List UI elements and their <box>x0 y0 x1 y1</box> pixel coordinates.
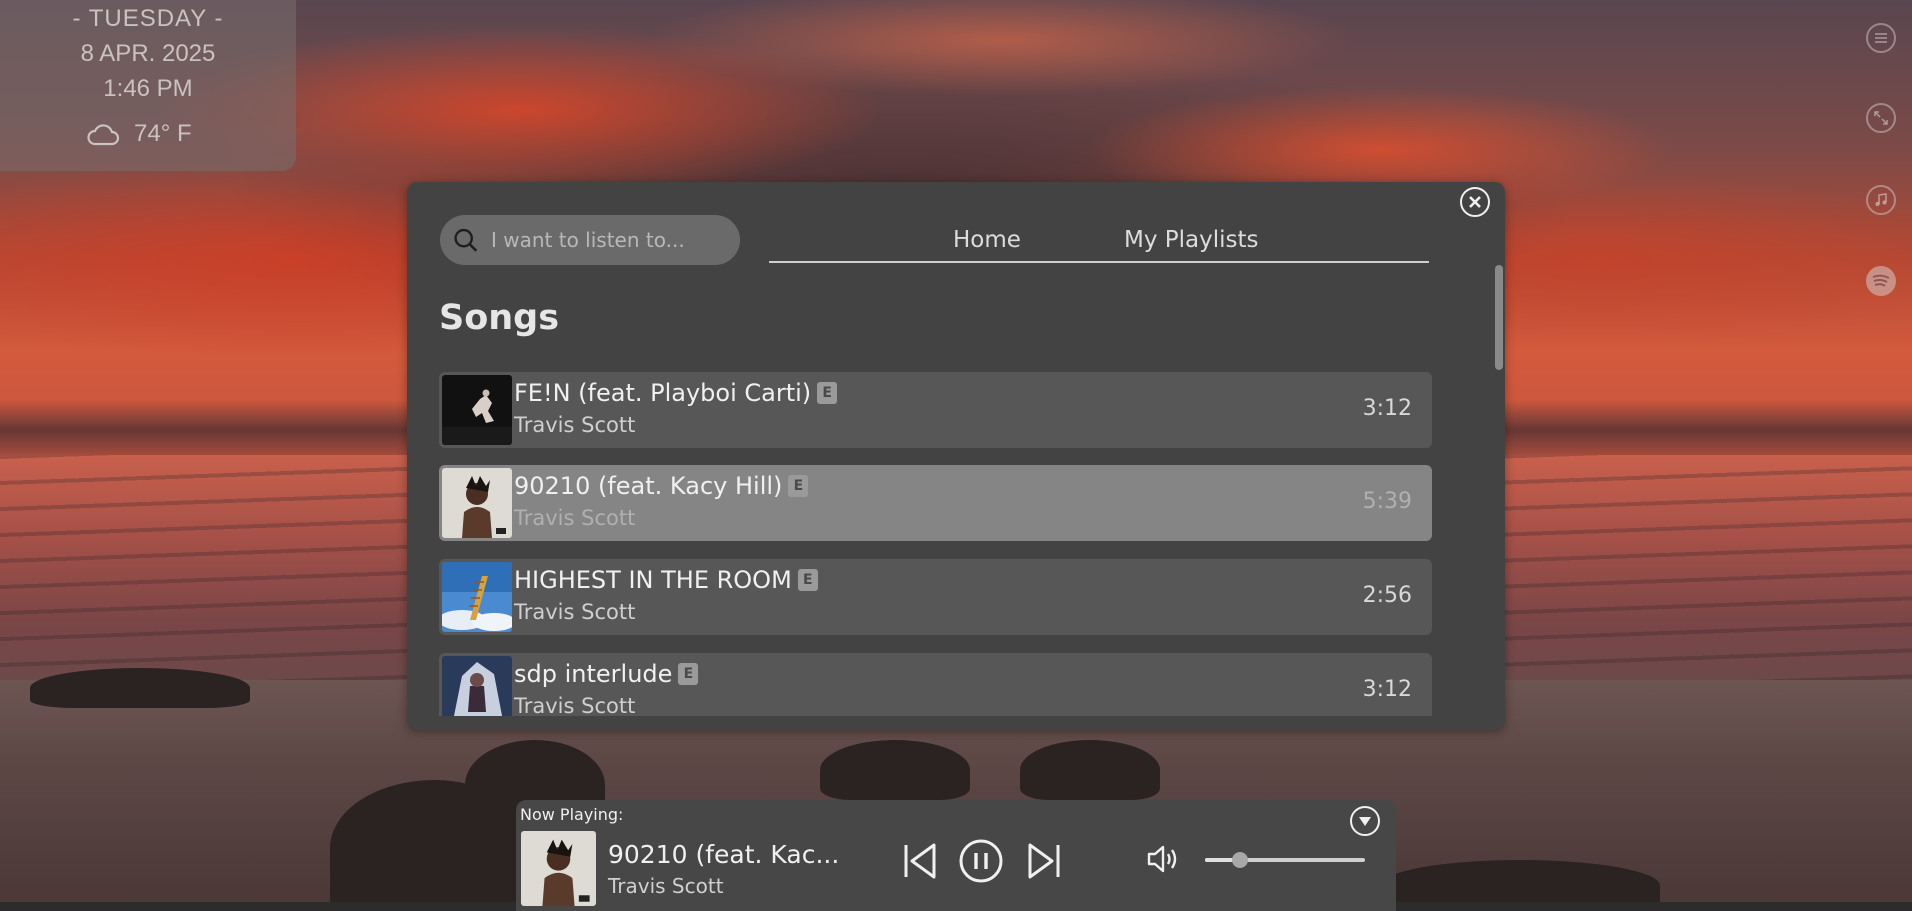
volume-slider[interactable] <box>1205 852 1365 868</box>
spotify-icon[interactable] <box>1866 266 1896 296</box>
song-list: FE!N (feat. Playboi Carti) E Travis Scot… <box>439 370 1442 716</box>
volume-button[interactable] <box>1146 843 1182 875</box>
pause-icon <box>959 839 1003 883</box>
weekday-label: - TUESDAY - <box>72 5 224 32</box>
rock <box>1020 740 1160 800</box>
song-artist: Travis Scott <box>514 413 636 437</box>
volume-icon <box>1147 845 1177 873</box>
tab-home[interactable]: Home <box>953 227 1021 253</box>
section-title: Songs <box>439 298 560 338</box>
chevron-down-icon <box>1359 817 1371 826</box>
album-art <box>442 562 512 632</box>
album-art <box>442 375 512 445</box>
collapse-button[interactable] <box>1350 806 1380 836</box>
song-row[interactable]: HIGHEST IN THE ROOM E Travis Scott 2:56 <box>439 559 1432 635</box>
explicit-badge: E <box>788 475 809 497</box>
search-input[interactable] <box>491 228 740 252</box>
song-title: FE!N (feat. Playboi Carti) E <box>514 379 838 407</box>
close-icon <box>1469 196 1481 208</box>
music-note-icon[interactable] <box>1866 185 1896 215</box>
song-artist: Travis Scott <box>514 506 636 530</box>
tab-my-playlists[interactable]: My Playlists <box>1124 227 1259 253</box>
temperature-label: 74° F <box>134 120 192 147</box>
next-track-button[interactable] <box>1024 838 1064 884</box>
song-row[interactable]: sdp interlude E Travis Scott 3:12 <box>439 653 1432 716</box>
explicit-badge: E <box>797 569 818 591</box>
weather-row: 74° F <box>86 120 192 148</box>
cloud-icon <box>87 124 120 146</box>
song-title-text: sdp interlude <box>514 660 673 688</box>
explicit-badge: E <box>817 382 838 404</box>
song-duration: 3:12 <box>1362 677 1412 702</box>
song-duration: 5:39 <box>1362 489 1412 514</box>
rock <box>820 740 970 800</box>
song-title: sdp interlude E <box>514 660 699 688</box>
now-playing-label: Now Playing: <box>520 805 624 824</box>
now-playing-album-art <box>521 831 596 906</box>
search-icon <box>454 228 478 252</box>
explicit-badge: E <box>678 663 699 685</box>
song-row-active[interactable]: 90210 (feat. Kacy Hill) E Travis Scott 5… <box>439 465 1432 541</box>
nav-tabs: Home My Playlists <box>769 222 1429 263</box>
skip-previous-icon <box>904 843 936 879</box>
now-playing-title: 90210 (feat. Kac... <box>608 840 840 869</box>
song-title-text: 90210 (feat. Kacy Hill) <box>514 472 783 500</box>
song-duration: 2:56 <box>1362 583 1412 608</box>
date-label: 8 APR. 2025 <box>80 40 216 67</box>
song-duration: 3:12 <box>1362 396 1412 421</box>
song-title: 90210 (feat. Kacy Hill) E <box>514 472 809 500</box>
album-art <box>442 468 512 538</box>
now-playing-artist: Travis Scott <box>608 874 724 898</box>
song-title-text: FE!N (feat. Playboi Carti) <box>514 379 812 407</box>
fullscreen-icon[interactable] <box>1866 103 1896 133</box>
date-weather-widget: - TUESDAY - 8 APR. 2025 1:46 PM 74° F <box>0 0 296 171</box>
scrollbar-thumb[interactable] <box>1495 265 1503 370</box>
search-bar[interactable] <box>440 215 740 265</box>
menu-icon[interactable] <box>1866 23 1896 53</box>
song-title: HIGHEST IN THE ROOM E <box>514 566 818 594</box>
previous-track-button[interactable] <box>900 838 940 884</box>
time-label: 1:46 PM <box>103 75 193 102</box>
skip-next-icon <box>1028 843 1060 879</box>
song-row[interactable]: FE!N (feat. Playboi Carti) E Travis Scot… <box>439 372 1432 448</box>
close-button[interactable] <box>1460 187 1490 217</box>
song-artist: Travis Scott <box>514 600 636 624</box>
song-title-text: HIGHEST IN THE ROOM <box>514 566 792 594</box>
album-art <box>442 656 512 716</box>
pause-button[interactable] <box>958 838 1004 884</box>
song-artist: Travis Scott <box>514 694 636 716</box>
rock <box>30 668 250 708</box>
